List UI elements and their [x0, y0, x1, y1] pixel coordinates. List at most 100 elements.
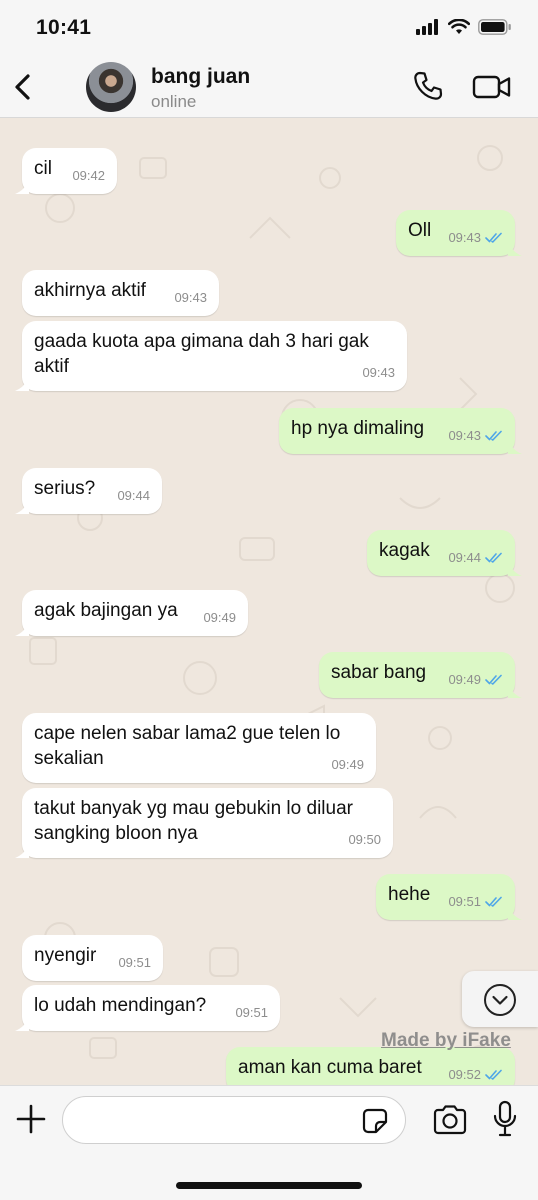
- message-meta: 09:50: [348, 827, 381, 852]
- double-check-icon: [485, 430, 502, 441]
- message-outgoing[interactable]: hp nya dimaling 09:43: [279, 408, 522, 454]
- watermark: Made by iFake: [381, 1030, 511, 1051]
- message-text: takut banyak yg mau gebukin lo diluar sa…: [34, 798, 353, 844]
- double-check-icon: [485, 232, 502, 243]
- message-text: agak bajingan ya: [34, 600, 178, 621]
- signal-icon: [416, 19, 438, 35]
- message-meta: 09:51: [235, 1000, 268, 1025]
- message-time: 09:52: [448, 1067, 481, 1082]
- message-text: serius?: [34, 478, 96, 499]
- message-input[interactable]: [62, 1096, 406, 1144]
- status-time: 10:41: [36, 16, 92, 39]
- camera-icon[interactable]: [432, 1104, 468, 1136]
- message-meta: 09:43: [448, 423, 503, 448]
- message-text: sabar bang: [331, 662, 427, 683]
- scroll-to-bottom-button[interactable]: [462, 971, 538, 1027]
- contact-status: online: [151, 92, 197, 111]
- message-incoming[interactable]: agak bajingan ya 09:49: [15, 590, 248, 636]
- bubble-tail: [15, 377, 29, 391]
- message-incoming[interactable]: akhirnya aktif 09:43: [22, 270, 219, 316]
- video-call-icon[interactable]: [472, 72, 512, 102]
- message-text: lo udah mendingan?: [34, 995, 207, 1016]
- message-incoming[interactable]: cil 09:42: [15, 148, 117, 194]
- message-text: hp nya dimaling: [291, 418, 425, 439]
- message-outgoing[interactable]: sabar bang 09:49: [319, 652, 522, 698]
- message-meta: 09:51: [448, 889, 503, 914]
- message-time: 09:51: [118, 955, 151, 970]
- message-time: 09:49: [331, 757, 364, 772]
- message-time: 09:43: [362, 365, 395, 380]
- message-meta: 09:42: [72, 163, 105, 188]
- message-meta: 09:51: [118, 950, 151, 975]
- message-time: 09:51: [235, 1005, 268, 1020]
- message-time: 09:43: [448, 428, 481, 443]
- bubble-tail: [15, 844, 29, 858]
- double-check-icon: [485, 674, 502, 685]
- message-text: akhirnya aktif: [34, 280, 146, 301]
- contact-name[interactable]: bang juan: [151, 65, 250, 89]
- message-time: 09:44: [117, 488, 150, 503]
- input-bar: [0, 1085, 538, 1200]
- message-meta: 09:44: [448, 545, 503, 570]
- message-incoming[interactable]: takut banyak yg mau gebukin lo diluar sa…: [15, 788, 393, 858]
- message-meta: 09:43: [174, 285, 207, 310]
- message-text: nyengir: [34, 945, 97, 966]
- message-meta: 09:49: [203, 605, 236, 630]
- message-incoming[interactable]: serius? 09:44: [15, 468, 162, 514]
- message-incoming[interactable]: gaada kuota apa gimana dah 3 hari gak ak…: [15, 321, 407, 391]
- message-meta: 09:52: [448, 1062, 503, 1085]
- message-outgoing[interactable]: kagak 09:44: [367, 530, 522, 576]
- chat-header: bang juan online: [0, 58, 538, 118]
- message-text: hehe: [388, 884, 431, 905]
- microphone-icon[interactable]: [492, 1100, 518, 1138]
- bubble-tail: [508, 562, 522, 576]
- home-indicator: [176, 1182, 362, 1189]
- message-time: 09:49: [448, 672, 481, 687]
- bubble-tail: [508, 906, 522, 920]
- message-meta: 09:49: [448, 667, 503, 692]
- message-text: cil: [34, 158, 52, 179]
- message-text: aman kan cuma baret: [238, 1057, 422, 1078]
- message-text: Oll: [408, 220, 432, 241]
- plus-icon[interactable]: [16, 1104, 46, 1134]
- message-outgoing[interactable]: hehe 09:51: [376, 874, 522, 920]
- message-meta: 09:43: [362, 360, 395, 385]
- message-meta: 09:43: [448, 225, 503, 250]
- message-time: 09:44: [448, 550, 481, 565]
- message-time: 09:43: [448, 230, 481, 245]
- message-incoming[interactable]: cape nelen sabar lama2 gue telen lo seka…: [22, 713, 376, 783]
- bubble-tail: [15, 1017, 29, 1031]
- status-icons: [416, 19, 512, 35]
- message-time: 09:43: [174, 290, 207, 305]
- bubble-tail: [508, 684, 522, 698]
- sticker-icon[interactable]: [361, 1107, 389, 1135]
- bubble-tail: [15, 622, 29, 636]
- message-time: 09:51: [448, 894, 481, 909]
- message-text: kagak: [379, 540, 430, 561]
- message-incoming[interactable]: nyengir 09:51: [22, 935, 163, 981]
- wifi-icon: [448, 19, 470, 34]
- double-check-icon: [485, 896, 502, 907]
- message-time: 09:50: [348, 832, 381, 847]
- avatar[interactable]: [86, 62, 136, 112]
- status-bar: 10:41: [0, 0, 538, 58]
- message-text: cape nelen sabar lama2 gue telen lo seka…: [34, 723, 341, 769]
- double-check-icon: [485, 552, 502, 563]
- message-incoming[interactable]: lo udah mendingan? 09:51: [15, 985, 280, 1031]
- chat-area[interactable]: cil 09:42 Oll 09:43 akhirnya aktif 09:43…: [0, 118, 538, 1085]
- message-time: 09:42: [72, 168, 105, 183]
- phone-icon[interactable]: [412, 70, 444, 102]
- back-icon[interactable]: [10, 70, 38, 104]
- message-text: gaada kuota apa gimana dah 3 hari gak ak…: [34, 331, 369, 377]
- battery-icon: [478, 19, 511, 35]
- message-time: 09:49: [203, 610, 236, 625]
- message-outgoing[interactable]: aman kan cuma baret 09:52: [226, 1047, 515, 1085]
- bubble-tail: [508, 440, 522, 454]
- bubble-tail: [508, 242, 522, 256]
- bubble-tail: [15, 180, 29, 194]
- chevron-down-icon: [484, 984, 516, 1016]
- double-check-icon: [485, 1069, 502, 1080]
- message-meta: 09:49: [331, 752, 364, 777]
- bubble-tail: [15, 500, 29, 514]
- message-outgoing[interactable]: Oll 09:43: [396, 210, 522, 256]
